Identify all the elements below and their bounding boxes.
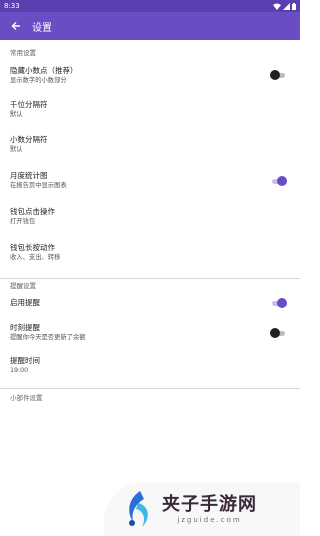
status-time: 8:33	[4, 2, 20, 10]
setting-subtitle: 19:00	[10, 367, 29, 374]
setting-title: 钱包点击操作	[10, 207, 55, 216]
setting-subtitle: 提醒你今天是否更新了余额	[10, 334, 86, 341]
setting-subtitle: 收入、支出、转移	[10, 253, 61, 261]
setting-subtitle: 显示数字的小数部分	[10, 76, 67, 84]
section-header-common: 常用设置	[10, 49, 36, 57]
setting-subtitle: 默认	[10, 146, 23, 153]
setting-enable-reminder[interactable]: 启用提醒	[0, 290, 300, 316]
setting-thousands-separator[interactable]: 千位分隔符 默认	[0, 93, 300, 126]
signal-icon	[283, 2, 290, 10]
arrow-back-icon	[11, 22, 20, 30]
setting-decimal-separator[interactable]: 小数分隔符 默认	[0, 126, 300, 163]
watermark-logo-icon	[129, 491, 148, 527]
setting-subtitle: 在报告页中显示图表	[10, 182, 67, 189]
setting-title: 千位分隔符	[10, 100, 48, 109]
battery-icon	[292, 2, 296, 10]
wifi-icon	[273, 3, 281, 10]
setting-subtitle: 默认	[10, 111, 23, 118]
setting-title: 月度统计图	[10, 171, 48, 180]
app-bar: 设置	[0, 12, 300, 40]
watermark-text: 夹子手游网 jzguide.com	[162, 494, 257, 524]
setting-title: 隐藏小数点（推荐）	[10, 65, 78, 75]
setting-title: 小数分隔符	[10, 135, 48, 144]
setting-timed-reminder[interactable]: 时刻提醒 提醒你今天是否更新了余额	[0, 316, 300, 349]
setting-reminder-time[interactable]: 提醒时间 19:00	[0, 349, 300, 382]
setting-title: 时刻提醒	[10, 323, 40, 332]
watermark-url: jzguide.com	[177, 516, 242, 524]
enable-reminder-switch[interactable]	[270, 298, 287, 308]
section-header-reminder: 提醒设置	[10, 282, 36, 290]
setting-title: 提醒时间	[10, 356, 40, 365]
setting-monthly-chart[interactable]: 月度统计图 在报告页中显示图表	[0, 163, 300, 198]
section-header-widget: 小部件设置	[10, 394, 43, 402]
setting-subtitle: 打开钱包	[10, 218, 36, 225]
status-bar: 8:33	[0, 0, 300, 12]
page-title: 设置	[32, 22, 52, 34]
status-icons	[273, 2, 296, 10]
watermark: 夹子手游网 jzguide.com	[104, 482, 300, 536]
back-button[interactable]	[0, 12, 32, 40]
setting-wallet-click[interactable]: 钱包点击操作 打开钱包	[0, 198, 300, 235]
setting-title: 启用提醒	[10, 298, 40, 307]
settings-list: 常用设置 隐藏小数点（推荐） 显示数字的小数部分 千位分隔符 默认 小数分隔符 …	[0, 40, 300, 402]
watermark-title: 夹子手游网	[162, 494, 257, 515]
setting-title: 钱包长按动作	[10, 242, 55, 252]
hide-decimal-switch[interactable]	[270, 70, 287, 80]
setting-hide-decimal[interactable]: 隐藏小数点（推荐） 显示数字的小数部分	[0, 57, 300, 93]
monthly-chart-switch[interactable]	[270, 175, 287, 186]
timed-reminder-switch[interactable]	[270, 327, 287, 338]
setting-wallet-long-press[interactable]: 钱包长按动作 收入、支出、转移	[0, 235, 300, 269]
